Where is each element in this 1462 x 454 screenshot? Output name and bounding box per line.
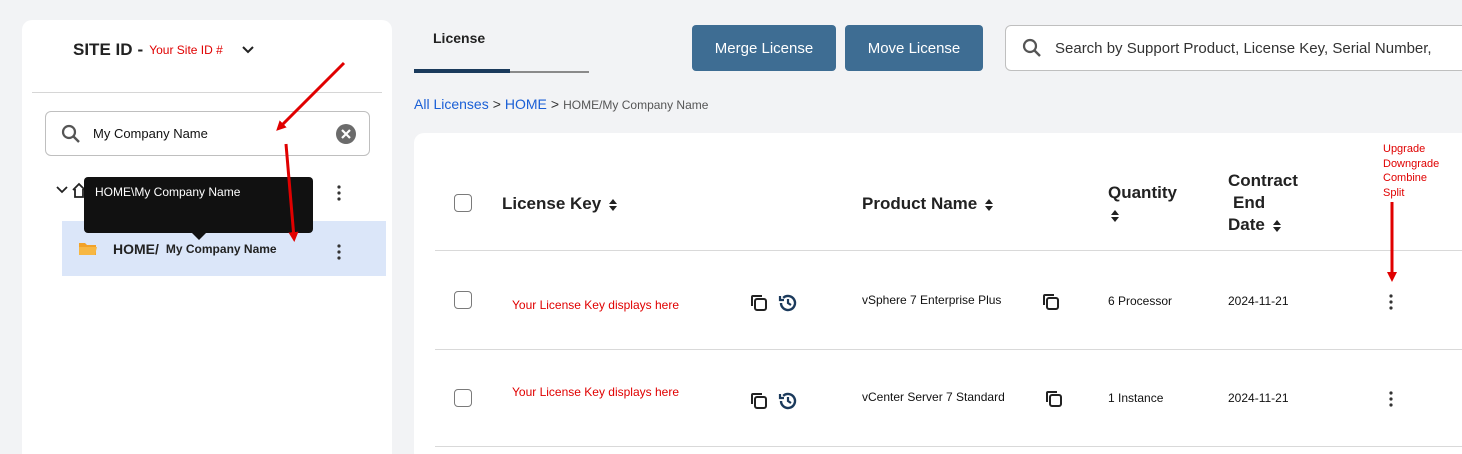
quantity-cell: 6 Processor — [1108, 294, 1173, 308]
site-id-value: Your Site ID # — [149, 43, 223, 57]
copy-icon[interactable] — [749, 391, 769, 411]
product-name-cell: vSphere 7 Enterprise Plus — [862, 293, 1002, 307]
chevron-down-icon[interactable] — [56, 185, 68, 195]
sort-icon[interactable] — [985, 198, 994, 211]
tree-node-home-label: HOME/ — [113, 240, 159, 257]
kebab-icon[interactable] — [337, 244, 341, 260]
row-checkbox[interactable] — [454, 389, 472, 407]
tab-active-indicator — [414, 69, 510, 73]
license-search-input[interactable]: Search by Support Product, License Key, … — [1005, 25, 1462, 71]
clear-icon[interactable] — [335, 123, 357, 145]
row-divider — [435, 349, 1462, 350]
site-id-dash: - — [137, 40, 144, 59]
actions-annotation: Upgrade Downgrade Combine Split — [1383, 142, 1439, 200]
tree-search-value[interactable]: My Company Name — [93, 126, 335, 141]
breadcrumb-current: HOME/My Company Name — [563, 98, 709, 112]
sort-icon[interactable] — [1272, 219, 1281, 232]
column-header-contract-end-date[interactable]: Contract End Date — [1228, 170, 1298, 236]
folder-icon — [79, 242, 97, 255]
column-header-quantity-label: Quantity — [1108, 183, 1177, 202]
column-header-license-key-label: License Key — [502, 194, 602, 213]
chevron-down-icon[interactable] — [241, 45, 255, 55]
annotation-combine: Combine — [1383, 172, 1428, 184]
annotation-downgrade: Downgrade — [1383, 157, 1440, 170]
breadcrumb-all-licenses[interactable]: All Licenses — [414, 96, 489, 112]
annotation-split: Split — [1383, 186, 1405, 199]
kebab-icon[interactable] — [1389, 294, 1393, 310]
move-license-button[interactable]: Move License — [845, 25, 983, 71]
tree-node-home[interactable] — [56, 182, 86, 198]
breadcrumb-separator: > — [492, 96, 501, 112]
divider — [32, 92, 382, 93]
annotation-upgrade: Upgrade — [1383, 143, 1426, 155]
history-icon[interactable] — [778, 293, 798, 313]
license-key-cell: Your License Key displays here — [512, 298, 679, 312]
sort-icon[interactable] — [1111, 209, 1119, 222]
history-icon[interactable] — [778, 391, 798, 411]
site-id-label: SITE ID — [73, 40, 133, 59]
merge-license-button[interactable]: Merge License — [692, 25, 836, 71]
tree-node-company-label: My Company Name — [165, 241, 277, 256]
table-header-divider — [435, 250, 1462, 251]
breadcrumb-separator: > — [550, 96, 560, 112]
end-date-cell: 2024-11-21 — [1228, 294, 1289, 308]
license-key-cell: Your License Key displays here — [512, 385, 679, 399]
row-checkbox[interactable] — [454, 291, 472, 309]
search-placeholder[interactable]: Search by Support Product, License Key, … — [1055, 40, 1432, 57]
kebab-icon[interactable] — [1389, 391, 1393, 407]
breadcrumb: All Licenses > HOME > HOME/My Company Na… — [414, 96, 708, 112]
column-header-quantity[interactable]: Quantity — [1108, 182, 1177, 226]
row-divider — [435, 446, 1462, 447]
search-icon — [1022, 38, 1041, 57]
copy-icon[interactable] — [1041, 292, 1061, 312]
copy-icon[interactable] — [749, 293, 769, 313]
contract-line-2: End — [1233, 193, 1266, 212]
end-date-cell: 2024-11-21 — [1228, 391, 1289, 405]
site-id-selector[interactable]: SITE ID - Your Site ID # — [73, 40, 255, 60]
tree-search-field[interactable]: My Company Name — [45, 111, 370, 156]
tab-license[interactable]: License — [433, 30, 485, 46]
column-header-product-name-label: Product Name — [862, 194, 978, 213]
search-icon — [61, 124, 80, 143]
product-name-cell: vCenter Server 7 Standard — [862, 390, 1005, 404]
column-header-product-name[interactable]: Product Name — [862, 193, 994, 215]
breadcrumb-home[interactable]: HOME — [505, 96, 547, 112]
tooltip: HOME\My Company Name — [84, 177, 313, 233]
select-all-checkbox[interactable] — [454, 194, 472, 212]
tooltip-text: HOME\My Company Name — [95, 185, 241, 199]
contract-line-1: Contract — [1228, 171, 1298, 190]
column-header-license-key[interactable]: License Key — [502, 193, 618, 215]
kebab-icon[interactable] — [337, 185, 341, 201]
contract-line-3: Date — [1228, 215, 1265, 234]
sort-icon[interactable] — [609, 198, 618, 211]
copy-icon[interactable] — [1044, 389, 1064, 409]
quantity-cell: 1 Instance — [1108, 391, 1164, 405]
tooltip-pointer — [192, 233, 206, 240]
